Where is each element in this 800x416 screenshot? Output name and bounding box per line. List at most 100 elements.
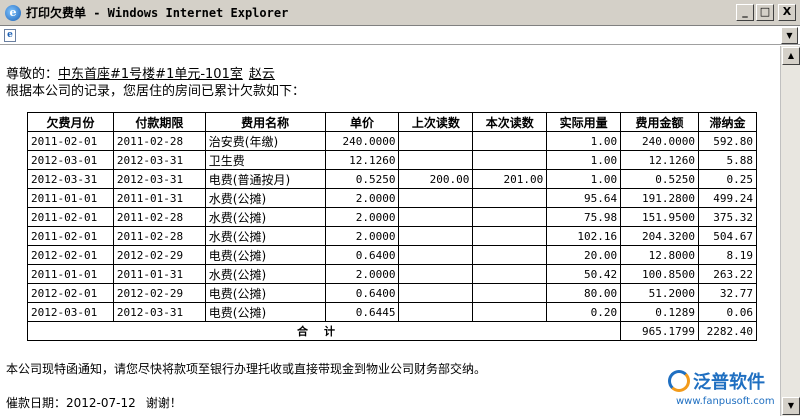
scroll-up-arrow-icon[interactable]: ▲ [782, 47, 800, 65]
table-cell [398, 283, 474, 303]
table-row: 2011-02-01 2011-02-28 水费(公摊) 2.0000 102.16 20… [27, 226, 758, 246]
table-cell: 卫生费 [204, 150, 326, 170]
table-cell: 2.0000 [324, 188, 400, 208]
window-controls: _ □ X [736, 4, 796, 21]
table-cell: 200.00 [398, 169, 474, 189]
table-cell: 51.2000 [620, 283, 699, 303]
table-cell: 0.5250 [620, 169, 699, 189]
table-cell: 水费(公摊) [204, 264, 326, 284]
table-cell: 水费(公摊) [204, 226, 326, 246]
table-cell: 2011-01-01 [27, 264, 114, 284]
table-cell: 2011-01-01 [27, 188, 114, 208]
close-button[interactable]: X [778, 4, 796, 21]
column-header: 滞纳金 [697, 112, 758, 132]
table-cell [398, 226, 474, 246]
reminder-date: 2012-07-12 [66, 396, 136, 410]
table-cell: 151.9500 [620, 207, 699, 227]
logo-mark-icon [668, 370, 690, 392]
table-cell: 2011-02-28 [112, 131, 206, 151]
column-header: 本次读数 [472, 112, 548, 132]
minimize-button[interactable]: _ [736, 4, 754, 21]
table-cell: 1.00 [546, 131, 622, 151]
table-cell: 2012-02-29 [112, 283, 206, 303]
table-cell: 12.1260 [620, 150, 699, 170]
table-header-row: 欠费月份 付款期限 费用名称 单价 上次读数 本次读数 实际用量 费用金额 滞纳金 [27, 112, 758, 132]
table-cell: 2012-02-01 [27, 283, 114, 303]
address-bar[interactable]: e ▼ [0, 26, 800, 45]
table-cell: 2011-02-01 [27, 207, 114, 227]
table-cell: 电费(公摊) [204, 283, 326, 303]
company-logo: 泛普软件 www.fanpusoft.com [668, 368, 778, 410]
table-cell: 191.2800 [620, 188, 699, 208]
table-cell [472, 150, 548, 170]
table-cell: 0.06 [697, 302, 758, 322]
table-row: 2012-03-31 2012-03-31 电费(普通按月) 0.5250 200.00… [27, 169, 758, 189]
total-label: 合计 [26, 321, 622, 341]
table-cell: 2.0000 [324, 264, 400, 284]
total-late-fee: 2282.40 [697, 321, 758, 341]
page-content: 尊敬的：中东首座#1号楼#1单元-101室 赵云 根据本公司的记录，您居住的房间已… [0, 46, 780, 416]
table-cell [472, 245, 548, 265]
table-cell: 2012-03-31 [112, 150, 206, 170]
maximize-button[interactable]: □ [756, 4, 774, 21]
address-dropdown-button[interactable]: ▼ [781, 27, 798, 44]
arrears-table: 欠费月份 付款期限 费用名称 单价 上次读数 本次读数 实际用量 费用金额 滞纳金 2011-0… [26, 112, 758, 341]
window-titlebar: e 打印欠费单 - Windows Internet Explorer _ □ … [0, 0, 800, 26]
table-cell: 504.67 [697, 226, 758, 246]
date-line: 催款日期：2012-07-12 谢谢！ [6, 394, 182, 411]
table-cell: 水费(公摊) [204, 207, 326, 227]
table-cell: 2012-02-29 [112, 245, 206, 265]
table-cell: 1.00 [546, 169, 622, 189]
table-cell: 499.24 [697, 188, 758, 208]
notice-text: 本公司现特函通知，请您尽快将款项至银行办理托收或直接带现金到物业公司财务部交纳。 [6, 362, 487, 376]
table-cell [398, 131, 474, 151]
scroll-down-arrow-icon[interactable]: ▼ [782, 397, 800, 415]
table-cell [472, 188, 548, 208]
table-cell [472, 283, 548, 303]
column-header: 上次读数 [398, 112, 474, 132]
table-cell: 0.6445 [324, 302, 400, 322]
table-cell: 240.0000 [620, 131, 699, 151]
table-row: 2011-02-01 2011-02-28 治安费(年缴) 240.0000 1.00 2… [27, 131, 758, 151]
table-cell [398, 188, 474, 208]
table-cell: 0.6400 [324, 245, 400, 265]
table-cell: 0.1289 [620, 302, 699, 322]
window-title: 打印欠费单 - Windows Internet Explorer [26, 6, 289, 20]
table-cell: 102.16 [546, 226, 622, 246]
table-cell [472, 226, 548, 246]
table-cell: 水费(公摊) [204, 188, 326, 208]
table-cell [472, 207, 548, 227]
table-cell: 2011-01-31 [112, 188, 206, 208]
column-header: 费用名称 [204, 112, 326, 132]
table-cell: 12.8000 [620, 245, 699, 265]
table-cell: 95.64 [546, 188, 622, 208]
table-cell: 5.88 [697, 150, 758, 170]
table-cell: 20.00 [546, 245, 622, 265]
table-row: 2012-03-01 2012-03-31 电费(公摊) 0.6445 0.20 0.12… [27, 302, 758, 322]
table-cell: 电费(公摊) [204, 245, 326, 265]
table-cell: 电费(公摊) [204, 302, 326, 322]
column-header: 付款期限 [112, 112, 206, 132]
table-cell: 2012-03-01 [27, 150, 114, 170]
table-row: 2011-01-01 2011-01-31 水费(公摊) 2.0000 50.42 100… [27, 264, 758, 284]
table-row: 2012-02-01 2012-02-29 电费(公摊) 0.6400 20.00 12.… [27, 245, 758, 265]
table-cell: 2011-02-28 [112, 226, 206, 246]
page-icon: e [4, 29, 16, 42]
vertical-scrollbar[interactable]: ▲ ▼ [780, 46, 800, 416]
intro-text: 根据本公司的记录，您居住的房间已累计欠款如下： [6, 84, 306, 99]
table-cell: 50.42 [546, 264, 622, 284]
date-label: 催款日期： [6, 396, 67, 410]
table-cell: 12.1260 [324, 150, 400, 170]
column-header: 单价 [324, 112, 400, 132]
table-cell: 240.0000 [324, 131, 400, 151]
table-cell: 32.77 [697, 283, 758, 303]
table-cell [398, 150, 474, 170]
table-cell: 0.20 [546, 302, 622, 322]
table-row: 2011-02-01 2011-02-28 水费(公摊) 2.0000 75.98 151… [27, 207, 758, 227]
table-cell: 2.0000 [324, 226, 400, 246]
table-cell: 治安费(年缴) [204, 131, 326, 151]
table-cell: 2012-03-31 [27, 169, 114, 189]
table-cell: 0.6400 [324, 283, 400, 303]
table-cell [398, 245, 474, 265]
table-cell: 8.19 [697, 245, 758, 265]
